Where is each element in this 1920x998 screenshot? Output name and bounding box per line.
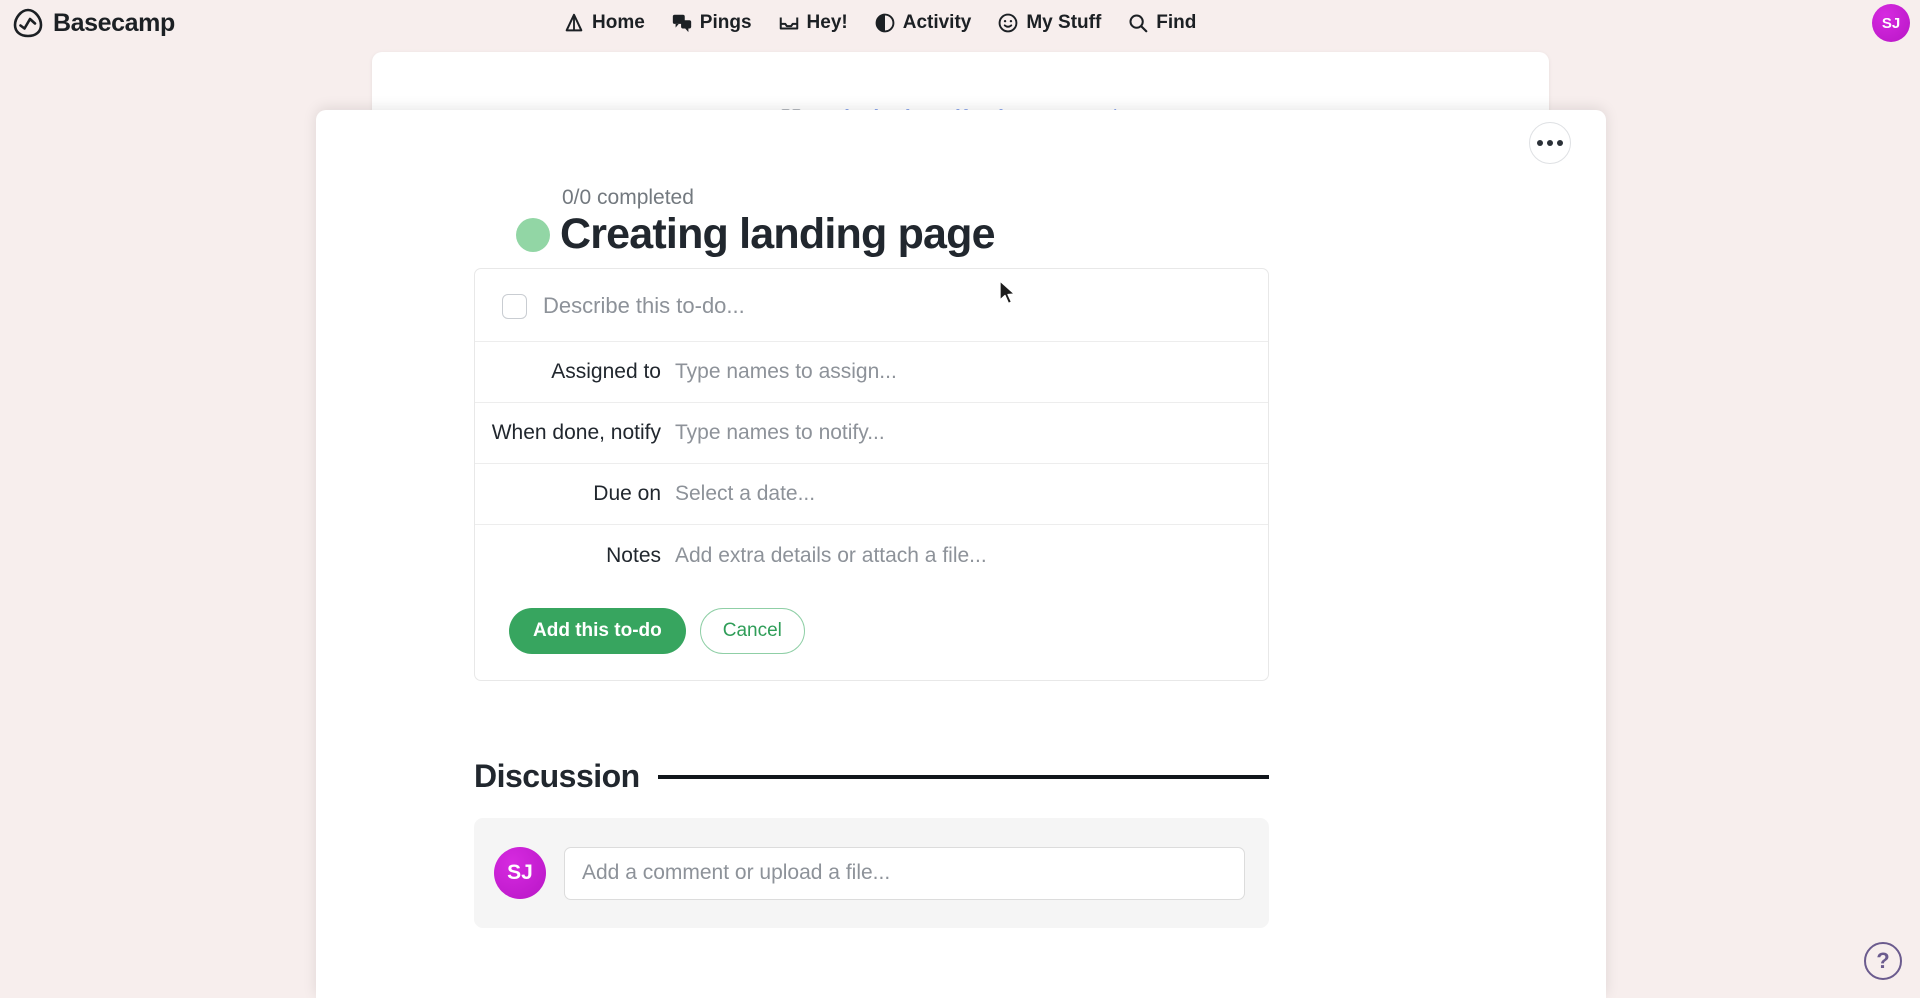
nav-label-find: Find <box>1156 12 1197 33</box>
comment-input[interactable]: Add a comment or upload a file... <box>564 846 1245 900</box>
account-avatar[interactable]: SJ <box>1872 4 1910 42</box>
more-options-button[interactable] <box>1529 122 1571 164</box>
notify-input[interactable]: Type names to notify... <box>675 421 885 445</box>
todo-list-title-row: Creating landing page <box>516 210 996 259</box>
page-title: Creating landing page <box>560 210 996 258</box>
due-on-input[interactable]: Select a date... <box>675 482 815 506</box>
discussion-divider <box>657 774 1269 779</box>
todo-checkbox[interactable] <box>502 293 527 319</box>
cancel-button[interactable]: Cancel <box>699 608 805 654</box>
nav-label-home: Home <box>592 12 645 33</box>
completed-count: 0/0 completed <box>562 186 694 209</box>
inbox-tray-icon <box>779 17 798 30</box>
top-navigation-bar: Basecamp Home Pings Hey! Activity My Stu… <box>0 0 1920 46</box>
comment-composer: SJ Add a comment or upload a file... <box>474 818 1269 928</box>
notes-row: Notes Add extra details or attach a file… <box>475 525 1268 586</box>
avatar: SJ <box>494 847 546 899</box>
assigned-to-row: Assigned to Type names to assign... <box>475 342 1268 403</box>
mouse-cursor <box>999 280 1016 305</box>
help-button[interactable]: ? <box>1864 942 1902 980</box>
form-actions: Add this to-do Cancel <box>475 586 1268 680</box>
basecamp-logo-icon <box>13 8 43 38</box>
page-root: Basecamp Home Pings Hey! Activity My Stu… <box>0 0 1920 998</box>
nav-item-hey[interactable]: Hey! <box>778 12 848 34</box>
smiley-face-icon <box>998 13 1018 33</box>
search-icon <box>1129 14 1148 33</box>
notify-label: When done, notify <box>491 421 661 444</box>
notes-label: Notes <box>606 543 661 567</box>
chat-bubbles-icon <box>672 14 691 33</box>
pie-chart-icon <box>875 13 895 33</box>
assigned-to-input[interactable]: Type names to assign... <box>675 360 897 384</box>
ellipsis-icon <box>1547 140 1553 146</box>
home-icon <box>565 13 583 32</box>
describe-input[interactable]: Describe this to-do... <box>543 293 745 319</box>
nav-item-pings[interactable]: Pings <box>671 12 752 34</box>
nav-item-find[interactable]: Find <box>1127 12 1196 34</box>
nav-label-hey: Hey! <box>806 12 848 33</box>
discussion-header: Discussion <box>474 758 1269 795</box>
brand-logo-link[interactable]: Basecamp <box>12 0 175 46</box>
nav-label-my-stuff: My Stuff <box>1026 12 1102 33</box>
nav-item-activity[interactable]: Activity <box>874 12 972 34</box>
nav-item-my-stuff[interactable]: My Stuff <box>997 12 1101 34</box>
discussion-title: Discussion <box>474 758 640 794</box>
due-on-label: Due on <box>593 482 661 505</box>
list-color-bullet-icon <box>516 217 550 252</box>
add-todo-button[interactable]: Add this to-do <box>509 608 686 654</box>
nav-label-pings: Pings <box>699 12 752 33</box>
new-todo-form: Describe this to-do... Assigned to Type … <box>474 268 1269 681</box>
main-nav: Home Pings Hey! Activity My Stuff Find <box>563 0 1196 46</box>
nav-item-home[interactable]: Home <box>563 12 645 34</box>
nav-label-activity: Activity <box>902 12 972 33</box>
due-on-row: Due on Select a date... <box>475 464 1268 525</box>
notify-row: When done, notify Type names to notify..… <box>475 403 1268 464</box>
brand-name: Basecamp <box>53 8 175 37</box>
notes-input[interactable]: Add extra details or attach a file... <box>675 544 987 568</box>
todo-detail-modal: 0/0 completed Creating landing page Desc… <box>316 110 1606 998</box>
describe-row: Describe this to-do... <box>475 269 1268 342</box>
ellipsis-icon <box>1557 140 1563 146</box>
assigned-to-label: Assigned to <box>551 360 661 383</box>
ellipsis-icon <box>1537 140 1543 146</box>
